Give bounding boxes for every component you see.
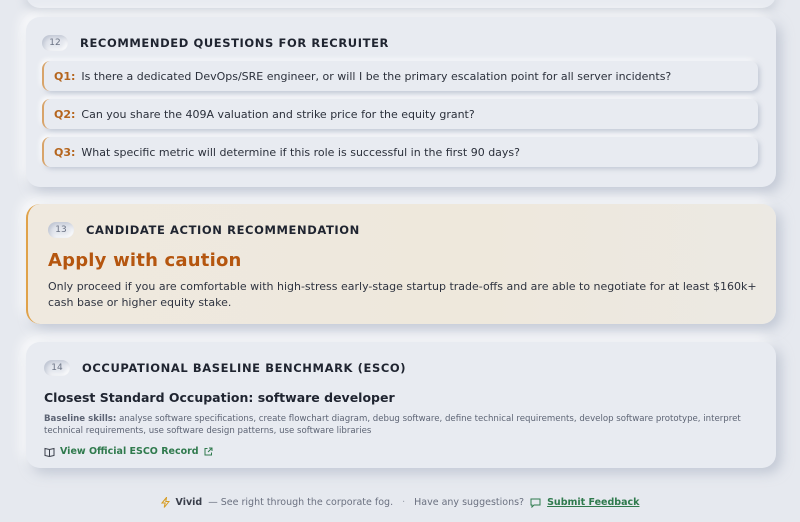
section-number-badge: 14 [44,360,70,376]
question-label: Q1: [54,69,76,83]
skills-label: Baseline skills: [44,414,117,424]
card-header: 14 OCCUPATIONAL BASELINE BENCHMARK (ESCO… [44,360,758,376]
card-title: RECOMMENDED QUESTIONS FOR RECRUITER [80,36,389,50]
previous-card-bottom [26,0,776,8]
page-footer: Vivid — See right through the corporate … [0,497,800,508]
skills-list: analyse software specifications, create … [44,414,741,436]
link-label[interactable]: View Official ESCO Record [60,446,199,457]
card-header: 12 RECOMMENDED QUESTIONS FOR RECRUITER [42,35,758,51]
external-link-icon [204,447,213,456]
question-item: Q3: What specific metric will determine … [42,137,758,167]
verdict-description: Only proceed if you are comfortable with… [48,280,757,309]
question-label: Q2: [54,107,76,121]
tagline: — See right through the corporate fog. [208,497,394,508]
question-text: Can you share the 409A valuation and str… [81,107,475,121]
section-number-badge: 13 [48,222,74,238]
action-recommendation-card: 13 CANDIDATE ACTION RECOMMENDATION Apply… [26,204,776,324]
verdict-heading: Apply with caution [48,250,242,271]
book-icon [44,447,55,457]
brand-name: Vivid [175,497,203,508]
section-number-badge: 12 [42,35,68,51]
card-header: 13 CANDIDATE ACTION RECOMMENDATION [48,222,758,238]
question-item: Q2: Can you share the 409A valuation and… [42,99,758,129]
card-title: OCCUPATIONAL BASELINE BENCHMARK (ESCO) [82,361,407,375]
question-list: Q1: Is there a dedicated DevOps/SRE engi… [42,61,758,167]
closest-occupation: Closest Standard Occupation: software de… [44,390,395,405]
chat-icon [530,498,541,508]
view-esco-record-link[interactable]: View Official ESCO Record [44,446,758,457]
suggestion-prompt: Have any suggestions? [414,497,525,508]
question-item: Q1: Is there a dedicated DevOps/SRE engi… [42,61,758,91]
question-text: Is there a dedicated DevOps/SRE engineer… [81,69,672,83]
baseline-skills: Baseline skills: analyse software specif… [44,413,764,437]
question-label: Q3: [54,145,76,159]
esco-benchmark-card: 14 OCCUPATIONAL BASELINE BENCHMARK (ESCO… [26,342,776,468]
question-text: What specific metric will determine if t… [81,145,521,159]
recruiter-questions-card: 12 RECOMMENDED QUESTIONS FOR RECRUITER Q… [26,17,776,187]
separator: · [402,497,406,508]
card-title: CANDIDATE ACTION RECOMMENDATION [86,223,360,237]
submit-feedback-link[interactable]: Submit Feedback [547,497,639,508]
lightning-icon [160,497,170,508]
